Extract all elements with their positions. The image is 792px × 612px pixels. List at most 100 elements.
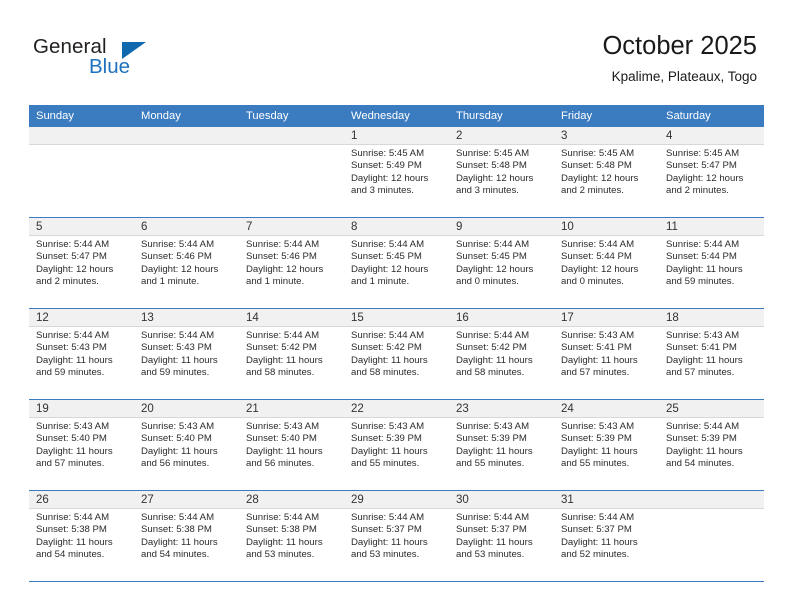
day-number-bar bbox=[554, 127, 659, 145]
sunrise-text: Sunrise: 5:43 AM bbox=[141, 421, 215, 432]
daylight-text-line2: and 54 minutes. bbox=[666, 458, 735, 470]
sunset-text: Sunset: 5:45 PM bbox=[456, 251, 527, 263]
logo-text-blue: Blue bbox=[89, 55, 131, 78]
day-sun-info: Sunrise: 5:43 AM Sunset: 5:40 PM Daylight:… bbox=[239, 418, 344, 471]
sunset-text: Sunset: 5:39 PM bbox=[351, 433, 422, 445]
daylight-text-line2: and 3 minutes. bbox=[351, 185, 414, 197]
calendar-day-cell[interactable]: 11 Sunrise: 5:44 AM Sunset: 5:44 PM Dayligh… bbox=[659, 218, 764, 308]
day-sun-info: Sunrise: 5:43 AM Sunset: 5:41 PM Daylight:… bbox=[554, 327, 659, 380]
calendar-day-cell[interactable]: 17 Sunrise: 5:43 AM Sunset: 5:41 PM Dayligh… bbox=[554, 309, 659, 399]
calendar-week-row: 12 Sunrise: 5:44 AM Sunset: 5:43 PM Dayligh… bbox=[29, 309, 764, 400]
calendar-day-cell[interactable]: 3 Sunrise: 5:45 AM Sunset: 5:48 PM Daylight… bbox=[554, 127, 659, 217]
day-sun-info: Sunrise: 5:44 AM Sunset: 5:46 PM Daylight:… bbox=[239, 236, 344, 289]
sunset-text: Sunset: 5:46 PM bbox=[246, 251, 317, 263]
day-sun-info: Sunrise: 5:44 AM Sunset: 5:45 PM Daylight:… bbox=[344, 236, 449, 289]
calendar-week-row: 26 Sunrise: 5:44 AM Sunset: 5:38 PM Dayligh… bbox=[29, 491, 764, 582]
sunset-text: Sunset: 5:39 PM bbox=[561, 433, 632, 445]
daylight-text-line2: and 1 minute. bbox=[246, 276, 305, 288]
calendar-day-cell[interactable]: 2 Sunrise: 5:45 AM Sunset: 5:48 PM Daylight… bbox=[449, 127, 554, 217]
sunrise-text: Sunrise: 5:44 AM bbox=[246, 239, 320, 250]
day-sun-info: Sunrise: 5:44 AM Sunset: 5:37 PM Daylight:… bbox=[554, 509, 659, 562]
daylight-text-line1: Daylight: 12 hours bbox=[456, 172, 534, 184]
daylight-text-line1: Daylight: 11 hours bbox=[561, 354, 638, 366]
calendar-day-cell-empty bbox=[659, 491, 764, 581]
calendar-day-cell[interactable]: 31 Sunrise: 5:44 AM Sunset: 5:37 PM Dayligh… bbox=[554, 491, 659, 581]
calendar-day-cell[interactable]: 12 Sunrise: 5:44 AM Sunset: 5:43 PM Dayligh… bbox=[29, 309, 134, 399]
day-number: 14 bbox=[246, 312, 259, 324]
calendar-day-cell[interactable]: 5 Sunrise: 5:44 AM Sunset: 5:47 PM Daylight… bbox=[29, 218, 134, 308]
calendar-day-cell[interactable]: 6 Sunrise: 5:44 AM Sunset: 5:46 PM Daylight… bbox=[134, 218, 239, 308]
calendar-day-cell[interactable]: 21 Sunrise: 5:43 AM Sunset: 5:40 PM Dayligh… bbox=[239, 400, 344, 490]
daylight-text-line2: and 54 minutes. bbox=[36, 549, 105, 561]
calendar-day-cell[interactable]: 28 Sunrise: 5:44 AM Sunset: 5:38 PM Dayligh… bbox=[239, 491, 344, 581]
sunrise-text: Sunrise: 5:44 AM bbox=[456, 330, 530, 341]
sunset-text: Sunset: 5:37 PM bbox=[351, 524, 422, 536]
sunrise-text: Sunrise: 5:44 AM bbox=[36, 239, 110, 250]
calendar-day-cell[interactable]: 10 Sunrise: 5:44 AM Sunset: 5:44 PM Dayligh… bbox=[554, 218, 659, 308]
calendar-day-cell[interactable]: 9 Sunrise: 5:44 AM Sunset: 5:45 PM Daylight… bbox=[449, 218, 554, 308]
calendar-day-cell[interactable]: 8 Sunrise: 5:44 AM Sunset: 5:45 PM Daylight… bbox=[344, 218, 449, 308]
daylight-text-line2: and 58 minutes. bbox=[246, 367, 315, 379]
calendar-day-cell[interactable]: 14 Sunrise: 5:44 AM Sunset: 5:42 PM Dayligh… bbox=[239, 309, 344, 399]
calendar-day-cell[interactable]: 19 Sunrise: 5:43 AM Sunset: 5:40 PM Dayligh… bbox=[29, 400, 134, 490]
day-number-bar bbox=[239, 127, 344, 145]
daylight-text-line2: and 56 minutes. bbox=[246, 458, 315, 470]
calendar-day-cell[interactable]: 29 Sunrise: 5:44 AM Sunset: 5:37 PM Dayligh… bbox=[344, 491, 449, 581]
daylight-text-line1: Daylight: 12 hours bbox=[561, 263, 639, 275]
daylight-text-line1: Daylight: 11 hours bbox=[666, 263, 743, 275]
daylight-text-line2: and 0 minutes. bbox=[456, 276, 519, 288]
calendar-day-cell[interactable]: 22 Sunrise: 5:43 AM Sunset: 5:39 PM Dayligh… bbox=[344, 400, 449, 490]
calendar-day-cell[interactable]: 13 Sunrise: 5:44 AM Sunset: 5:43 PM Dayligh… bbox=[134, 309, 239, 399]
day-number: 13 bbox=[141, 312, 154, 324]
calendar-week-row: 1 Sunrise: 5:45 AM Sunset: 5:49 PM Daylight… bbox=[29, 127, 764, 218]
calendar-day-cell[interactable]: 30 Sunrise: 5:44 AM Sunset: 5:37 PM Dayligh… bbox=[449, 491, 554, 581]
daylight-text-line1: Daylight: 11 hours bbox=[36, 536, 113, 548]
calendar-day-cell[interactable]: 23 Sunrise: 5:43 AM Sunset: 5:39 PM Dayligh… bbox=[449, 400, 554, 490]
calendar-day-cell[interactable]: 16 Sunrise: 5:44 AM Sunset: 5:42 PM Dayligh… bbox=[449, 309, 554, 399]
daylight-text-line1: Daylight: 12 hours bbox=[351, 263, 429, 275]
sunrise-text: Sunrise: 5:44 AM bbox=[141, 239, 215, 250]
general-blue-logo[interactable]: General Blue bbox=[33, 36, 163, 86]
day-sun-info: Sunrise: 5:44 AM Sunset: 5:39 PM Daylight:… bbox=[659, 418, 764, 471]
day-number-bar bbox=[344, 218, 449, 236]
day-sun-info: Sunrise: 5:44 AM Sunset: 5:38 PM Daylight:… bbox=[239, 509, 344, 562]
calendar-day-cell-empty bbox=[29, 127, 134, 217]
day-number-bar bbox=[449, 218, 554, 236]
calendar-day-cell[interactable]: 4 Sunrise: 5:45 AM Sunset: 5:47 PM Daylight… bbox=[659, 127, 764, 217]
weekday-header-sunday: Sunday bbox=[36, 110, 74, 122]
calendar-day-cell[interactable]: 20 Sunrise: 5:43 AM Sunset: 5:40 PM Dayligh… bbox=[134, 400, 239, 490]
page-header: General Blue October 2025 Kpalime, Plate… bbox=[0, 0, 792, 104]
daylight-text-line2: and 59 minutes. bbox=[141, 367, 210, 379]
daylight-text-line1: Daylight: 11 hours bbox=[351, 354, 428, 366]
daylight-text-line2: and 2 minutes. bbox=[36, 276, 99, 288]
sunrise-text: Sunrise: 5:44 AM bbox=[561, 239, 635, 250]
daylight-text-line1: Daylight: 11 hours bbox=[456, 354, 533, 366]
daylight-text-line1: Daylight: 11 hours bbox=[561, 536, 638, 548]
day-number: 26 bbox=[36, 494, 49, 506]
calendar-day-cell[interactable]: 15 Sunrise: 5:44 AM Sunset: 5:42 PM Dayligh… bbox=[344, 309, 449, 399]
calendar-day-cell[interactable]: 25 Sunrise: 5:44 AM Sunset: 5:39 PM Dayligh… bbox=[659, 400, 764, 490]
daylight-text-line1: Daylight: 11 hours bbox=[246, 536, 323, 548]
daylight-text-line2: and 53 minutes. bbox=[456, 549, 525, 561]
calendar-day-cell[interactable]: 27 Sunrise: 5:44 AM Sunset: 5:38 PM Dayligh… bbox=[134, 491, 239, 581]
daylight-text-line2: and 52 minutes. bbox=[561, 549, 630, 561]
day-sun-info: Sunrise: 5:44 AM Sunset: 5:47 PM Daylight:… bbox=[29, 236, 134, 289]
day-sun-info: Sunrise: 5:45 AM Sunset: 5:48 PM Daylight:… bbox=[449, 145, 554, 198]
sunset-text: Sunset: 5:44 PM bbox=[561, 251, 632, 263]
calendar-day-cell[interactable]: 18 Sunrise: 5:43 AM Sunset: 5:41 PM Dayligh… bbox=[659, 309, 764, 399]
daylight-text-line2: and 57 minutes. bbox=[561, 367, 630, 379]
day-number: 20 bbox=[141, 403, 154, 415]
sunrise-text: Sunrise: 5:44 AM bbox=[456, 239, 530, 250]
daylight-text-line2: and 55 minutes. bbox=[561, 458, 630, 470]
calendar-day-cell[interactable]: 7 Sunrise: 5:44 AM Sunset: 5:46 PM Daylight… bbox=[239, 218, 344, 308]
day-number-bar bbox=[134, 218, 239, 236]
calendar-day-cell[interactable]: 1 Sunrise: 5:45 AM Sunset: 5:49 PM Daylight… bbox=[344, 127, 449, 217]
day-sun-info: Sunrise: 5:44 AM Sunset: 5:42 PM Daylight:… bbox=[449, 327, 554, 380]
daylight-text-line1: Daylight: 11 hours bbox=[351, 445, 428, 457]
day-sun-info: Sunrise: 5:45 AM Sunset: 5:48 PM Daylight:… bbox=[554, 145, 659, 198]
calendar-day-cell[interactable]: 24 Sunrise: 5:43 AM Sunset: 5:39 PM Dayligh… bbox=[554, 400, 659, 490]
calendar-week-row: 19 Sunrise: 5:43 AM Sunset: 5:40 PM Dayligh… bbox=[29, 400, 764, 491]
calendar-day-cell[interactable]: 26 Sunrise: 5:44 AM Sunset: 5:38 PM Dayligh… bbox=[29, 491, 134, 581]
daylight-text-line2: and 1 minute. bbox=[351, 276, 410, 288]
sunrise-text: Sunrise: 5:44 AM bbox=[36, 512, 110, 523]
